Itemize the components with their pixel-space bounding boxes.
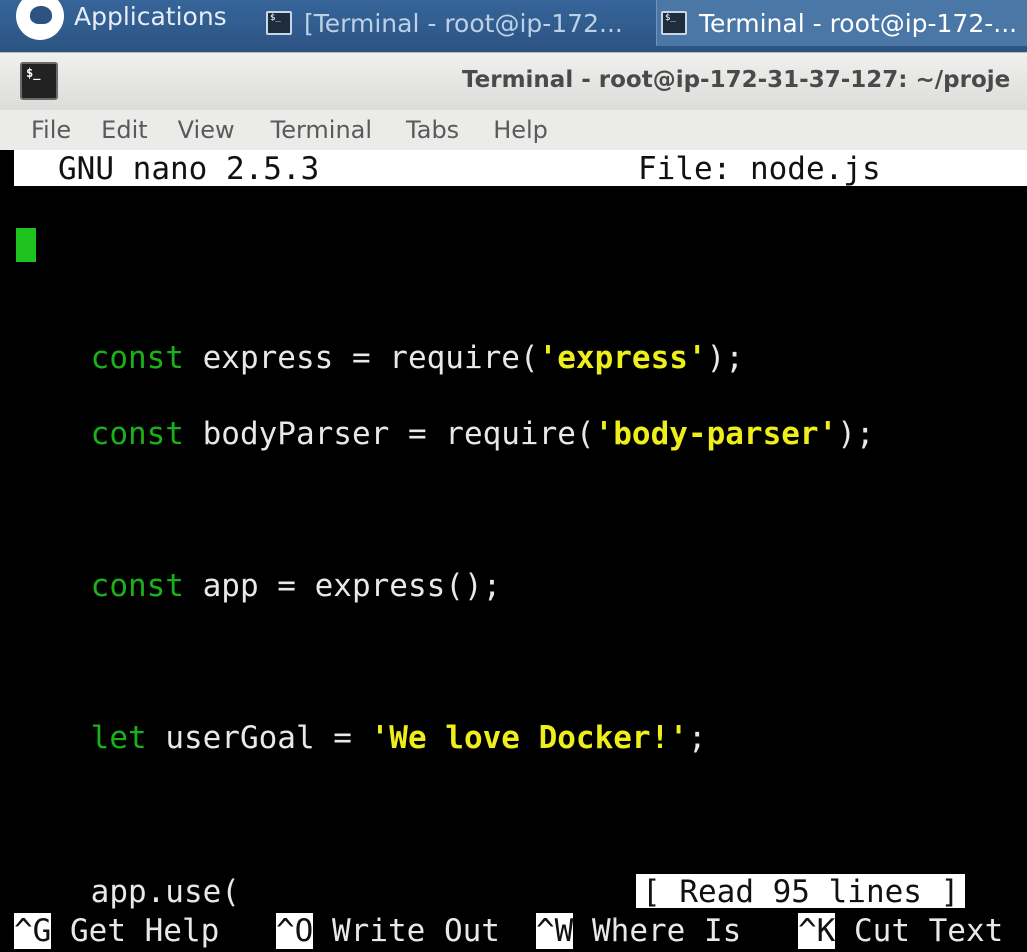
shortcut-cut-text[interactable]: ^K Cut Text	[798, 912, 1003, 950]
menu-bar: File Edit View Terminal Tabs Help	[0, 110, 1027, 150]
shortcut-key: ^G	[14, 913, 52, 949]
code-text: app.use(	[90, 874, 240, 910]
code-text: );	[837, 416, 875, 452]
text-cursor	[16, 228, 36, 262]
menu-tabs[interactable]: Tabs	[406, 116, 459, 144]
nano-shortcut-bar: ^G Get Help ^O Write Out ^W Where Is ^K …	[14, 912, 1027, 952]
shortcut-get-help[interactable]: ^G Get Help	[14, 912, 219, 950]
window-title: Terminal - root@ip-172-31-37-127: ~/proj…	[462, 67, 1011, 93]
menu-help[interactable]: Help	[493, 116, 548, 144]
taskbar-task-label: Terminal - root@ip-172-...	[699, 8, 1018, 38]
shortcut-key: ^O	[276, 913, 314, 949]
code-line[interactable]: let userGoal = 'We love Docker!';	[16, 684, 707, 792]
terminal-icon	[266, 11, 292, 35]
taskbar: Applications [Terminal - root@ip-172... …	[0, 0, 1027, 52]
applications-menu-button[interactable]: Applications	[74, 2, 227, 32]
terminal-area[interactable]: GNU nano 2.5.3 File: node.js const expre…	[14, 150, 1027, 952]
shortcut-label: Get Help	[51, 913, 220, 949]
code-line[interactable]: const app = express();	[16, 532, 502, 640]
terminal-window-icon[interactable]	[20, 62, 58, 100]
menu-file[interactable]: File	[31, 116, 71, 144]
shortcut-label: Cut Text	[835, 913, 1004, 949]
code-text: bodyParser = require(	[183, 416, 595, 452]
shortcut-label: Write Out	[313, 913, 500, 949]
menu-edit[interactable]: Edit	[101, 116, 147, 144]
code-text: userGoal =	[146, 720, 371, 756]
nano-header: GNU nano 2.5.3 File: node.js	[14, 150, 1027, 187]
taskbar-task-terminal-1[interactable]: [Terminal - root@ip-172...	[262, 0, 650, 46]
menu-view[interactable]: View	[178, 116, 235, 144]
code-text: app = express();	[183, 568, 502, 604]
code-keyword: const	[90, 340, 184, 376]
shortcut-write-out[interactable]: ^O Write Out	[276, 912, 500, 950]
code-text: express = require(	[183, 340, 539, 376]
code-line[interactable]: const bodyParser = require('body-parser'…	[16, 380, 875, 488]
terminal-icon	[661, 11, 687, 35]
nano-file-name: File: node.js	[638, 151, 881, 187]
shortcut-label: Where Is	[573, 913, 742, 949]
window-titlebar[interactable]: Terminal - root@ip-172-31-37-127: ~/proj…	[0, 52, 1027, 110]
code-string: 'body-parser'	[594, 416, 838, 452]
code-text: );	[706, 340, 744, 376]
shortcut-key: ^K	[798, 913, 836, 949]
menu-terminal[interactable]: Terminal	[271, 116, 372, 144]
code-string: 'We love Docker!'	[370, 720, 688, 756]
code-string: 'express'	[538, 340, 707, 376]
applications-logo-icon[interactable]	[16, 0, 64, 40]
nano-version: GNU nano 2.5.3	[58, 151, 320, 187]
code-keyword: const	[90, 416, 184, 452]
taskbar-task-label: [Terminal - root@ip-172...	[304, 8, 623, 38]
code-text: ;	[687, 720, 707, 756]
shortcut-where-is[interactable]: ^W Where Is	[536, 912, 741, 950]
nano-status-message: [ Read 95 lines ]	[636, 874, 966, 910]
code-keyword: let	[90, 720, 147, 756]
taskbar-task-terminal-2[interactable]: Terminal - root@ip-172-...	[656, 0, 1027, 46]
shortcut-key: ^W	[536, 913, 574, 949]
code-keyword: const	[90, 568, 184, 604]
